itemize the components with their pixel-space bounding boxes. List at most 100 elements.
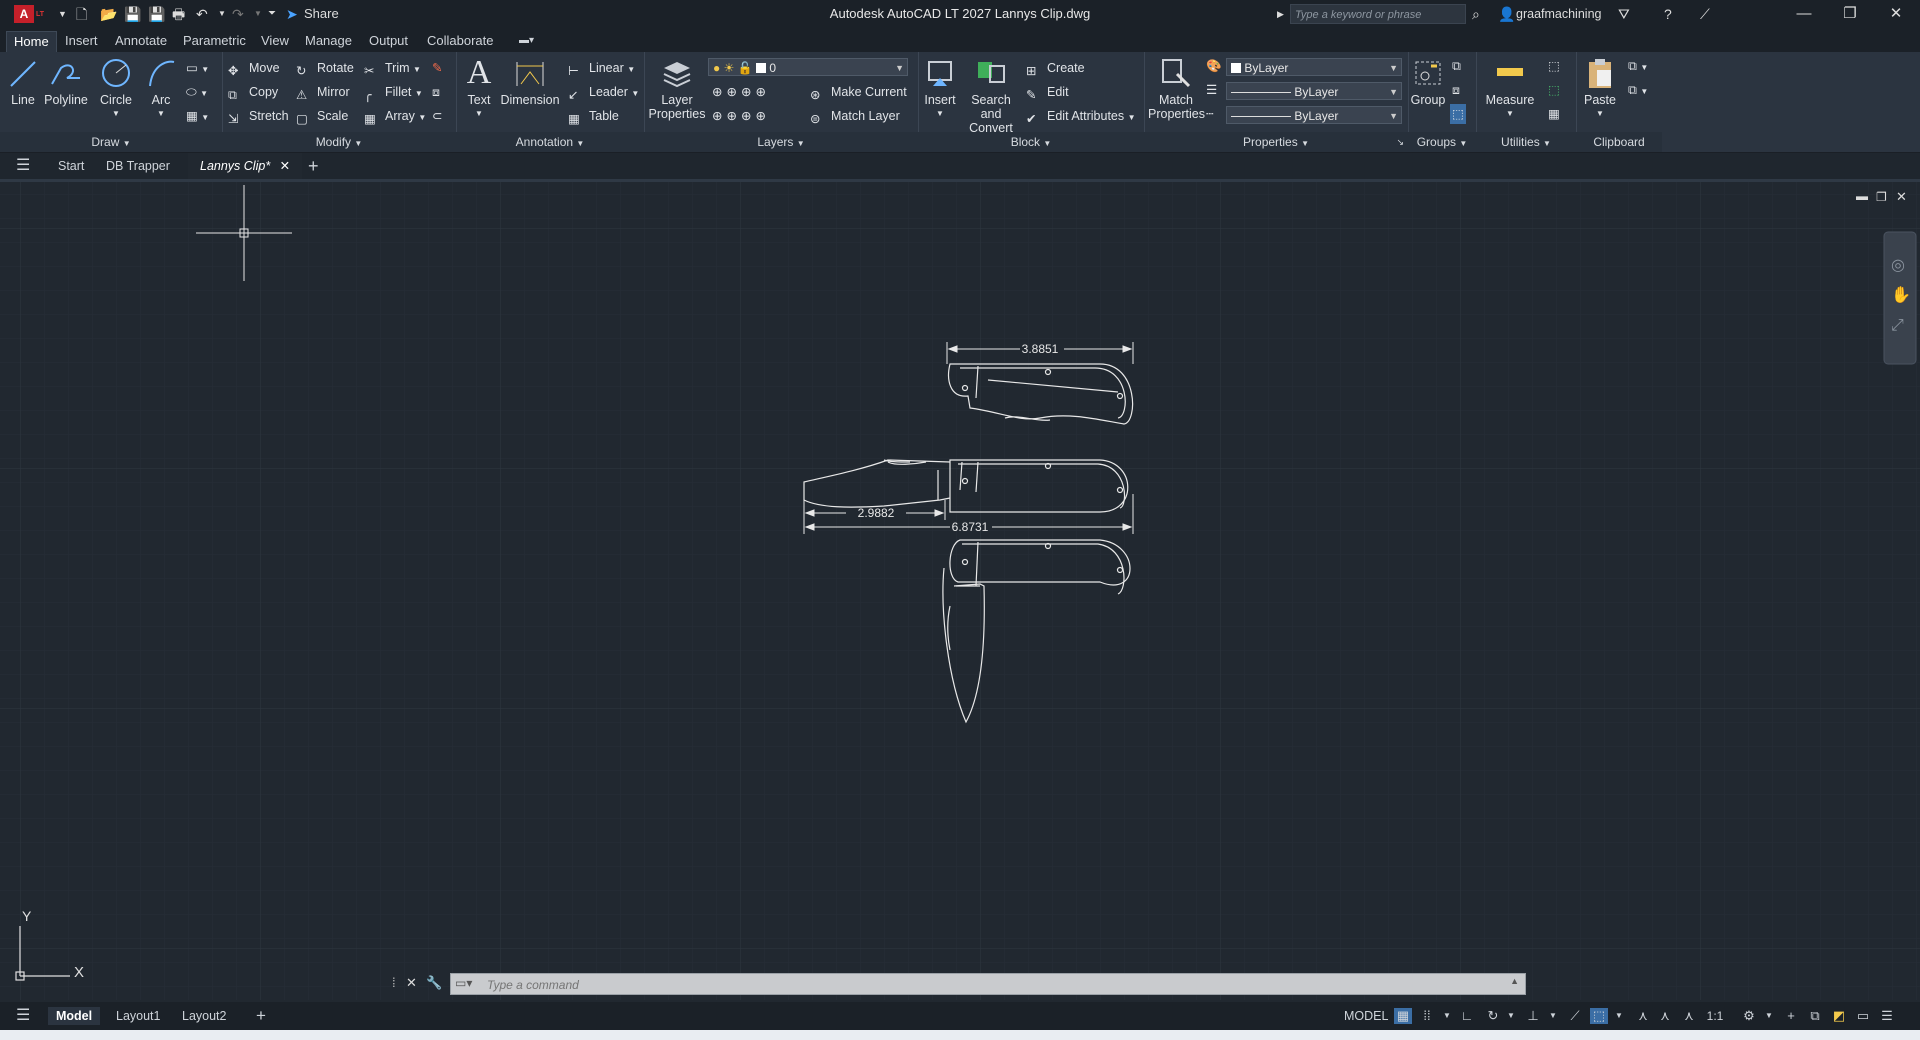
user-icon[interactable]: 👤 [1498, 4, 1515, 24]
file-tabs-menu-icon[interactable]: ☰ [4, 153, 42, 179]
customize-qat-icon[interactable]: ⏷ [268, 4, 276, 24]
layer-on-all-icon[interactable]: ⊕ [712, 109, 726, 123]
tab-manage[interactable]: Manage [298, 31, 359, 51]
stay-connected-icon[interactable]: ⟋ [1700, 4, 1710, 24]
measure-button[interactable]: Measure ▼ [1480, 56, 1540, 121]
layer-properties-button[interactable]: Layer Properties [648, 56, 706, 121]
clipboard-panel-title[interactable]: Clipboard [1576, 132, 1662, 152]
new-layout-plus-icon[interactable]: + [248, 1007, 274, 1025]
hardware-acceleration-icon[interactable]: ◩ [1830, 1008, 1848, 1024]
restore-window-button[interactable]: ❐ [1830, 3, 1870, 25]
layout-tab-layout2[interactable]: Layout2 [174, 1007, 234, 1025]
block-panel-title[interactable]: Block ▼ [918, 132, 1144, 152]
array-button[interactable]: ▦ Array ▼ [364, 106, 426, 126]
snap-dropdown-icon[interactable]: ▼ [1438, 1008, 1456, 1024]
make-current-button[interactable]: ⊛ Make Current [810, 82, 907, 102]
command-history-expand-icon[interactable]: ▲ [1510, 976, 1519, 986]
user-account-menu[interactable]: graafmachining [1516, 4, 1601, 24]
groups-panel-title[interactable]: Groups ▼ [1408, 132, 1476, 152]
quick-select-icon[interactable]: ⬚ [1548, 56, 1560, 76]
layers-panel-title[interactable]: Layers ▼ [644, 132, 918, 152]
paste-button[interactable]: Paste ▼ [1580, 56, 1620, 121]
linetype-dropdown[interactable]: ByLayer ▼ [1226, 106, 1402, 124]
explode-button[interactable]: ⧈ [432, 82, 440, 102]
save-as-icon[interactable]: 💾 [148, 4, 165, 24]
print-icon[interactable]: 🖶 [172, 4, 185, 24]
modify-expand-icon[interactable]: ▼ [354, 139, 362, 148]
help-icon[interactable]: ? [1664, 4, 1672, 24]
properties-panel-title[interactable]: Properties ▼ ↘ [1144, 132, 1408, 152]
search-expand-icon[interactable]: ▶ [1277, 4, 1284, 24]
insert-dropdown-icon[interactable]: ▼ [922, 107, 958, 121]
layout-tab-layout1[interactable]: Layout1 [108, 1007, 168, 1025]
steering-wheel-icon[interactable]: ◎ [1891, 255, 1905, 274]
rectangle-button[interactable]: ▭ ▼ [186, 58, 209, 78]
stretch-button[interactable]: ⇲ Stretch [228, 106, 289, 126]
select-all-icon[interactable]: ⬚ [1548, 80, 1560, 100]
isolate-objects-icon[interactable]: ⧉ [1806, 1008, 1824, 1024]
viewport-close-icon[interactable]: ✕ [1896, 189, 1907, 204]
ellipse-button[interactable]: ⬭ ▼ [186, 82, 208, 102]
command-history-icon[interactable]: ▭▾ [455, 976, 472, 990]
workspace-dropdown-icon[interactable]: ▼ [1760, 1008, 1778, 1024]
close-tab-icon[interactable]: ✕ [280, 159, 290, 173]
layer-off-icon[interactable]: ⊕ [712, 85, 726, 99]
tab-view[interactable]: View [254, 31, 296, 51]
close-window-button[interactable]: ✕ [1876, 3, 1916, 25]
search-icon[interactable]: ⌕ [1472, 4, 1480, 24]
object-snap-tracking-icon[interactable]: ⊥ [1524, 1008, 1542, 1024]
auto-scale-icon[interactable]: ⋏ [1656, 1008, 1674, 1024]
minimize-window-button[interactable]: — [1784, 3, 1824, 25]
drawing-canvas[interactable]: ▬ ❐ ✕ ◎ ✋ ⤢ 3.8851 2.9882 6.8731 Y X [0, 182, 1920, 1000]
layer-freeze-icon[interactable]: ⊕ [741, 85, 755, 99]
copy-button[interactable]: ⧉ Copy [228, 82, 278, 102]
tab-output[interactable]: Output [362, 31, 415, 51]
tab-collaborate[interactable]: Collaborate [420, 31, 501, 51]
polyline-button[interactable]: Polyline [44, 56, 88, 107]
annotation-expand-icon[interactable]: ▼ [576, 139, 584, 148]
object-snap-icon[interactable]: ⬚ [1590, 1008, 1608, 1024]
move-button[interactable]: ✥ Move [228, 58, 280, 78]
navigation-bar[interactable]: ◎ ✋ ⤢ [1883, 231, 1917, 365]
layer-unlock-all-icon[interactable]: ⊕ [755, 109, 769, 123]
polar-dropdown-icon[interactable]: ▼ [1502, 1008, 1520, 1024]
command-line-close-icon[interactable]: ✕ [406, 975, 417, 991]
group-button[interactable]: Group [1410, 56, 1446, 107]
viewport-restore-icon[interactable]: ❐ [1876, 190, 1887, 204]
polar-tracking-icon[interactable]: ↻ [1484, 1008, 1502, 1024]
text-button[interactable]: A Text ▼ [464, 56, 494, 121]
redo-dropdown-icon[interactable]: ▼ [254, 4, 262, 24]
group-selection-toggle-icon[interactable]: ⬚ [1450, 104, 1466, 124]
annotation-visibility-icon[interactable]: ⋏ [1634, 1008, 1652, 1024]
offset-button[interactable]: ⊂ [432, 106, 442, 126]
tab-annotate[interactable]: Annotate [108, 31, 174, 51]
cut-icon[interactable]: ⧉ ▼ [1628, 56, 1648, 76]
create-block-button[interactable]: ⊞ Create [1026, 58, 1085, 78]
hatch-dropdown-icon[interactable]: ▼ [201, 113, 209, 122]
tab-parametric[interactable]: Parametric [176, 31, 253, 51]
file-tab-start[interactable]: Start [46, 153, 96, 179]
edit-attributes-button[interactable]: ✔ Edit Attributes ▼ [1026, 106, 1136, 126]
new-tab-plus-icon[interactable]: + [296, 153, 331, 179]
tab-insert[interactable]: Insert [58, 31, 105, 51]
leader-button[interactable]: ↙ Leader ▼ [568, 82, 639, 102]
pan-icon[interactable]: ✋ [1891, 285, 1911, 304]
osnap-tracking-dropdown-icon[interactable]: ▼ [1544, 1008, 1562, 1024]
share-icon[interactable]: ➤ [286, 4, 298, 24]
layout-tab-model[interactable]: Model [48, 1007, 101, 1025]
tab-home[interactable]: Home [6, 31, 57, 52]
rectangle-dropdown-icon[interactable]: ▼ [201, 65, 209, 74]
insert-block-button[interactable]: Insert ▼ [922, 56, 958, 121]
rotate-button[interactable]: ↻ Rotate [296, 58, 354, 78]
array-dropdown-icon[interactable]: ▼ [418, 113, 426, 122]
circle-button[interactable]: Circle ▼ [96, 56, 136, 121]
undo-icon[interactable]: ↶ [196, 4, 208, 24]
layer-tools-row-1[interactable]: ⊕⊕⊕⊕ [712, 82, 770, 102]
arc-dropdown-icon[interactable]: ▼ [144, 107, 178, 121]
draw-panel-title[interactable]: Draw ▼ [0, 132, 222, 152]
circle-dropdown-icon[interactable]: ▼ [96, 107, 136, 121]
snap-mode-icon[interactable]: ⁞⁞ [1418, 1008, 1436, 1024]
save-icon[interactable]: 💾 [124, 4, 141, 24]
layer-lock-icon[interactable]: ⊕ [755, 85, 769, 99]
linear-dimension-button[interactable]: ⊢ Linear ▼ [568, 58, 635, 78]
